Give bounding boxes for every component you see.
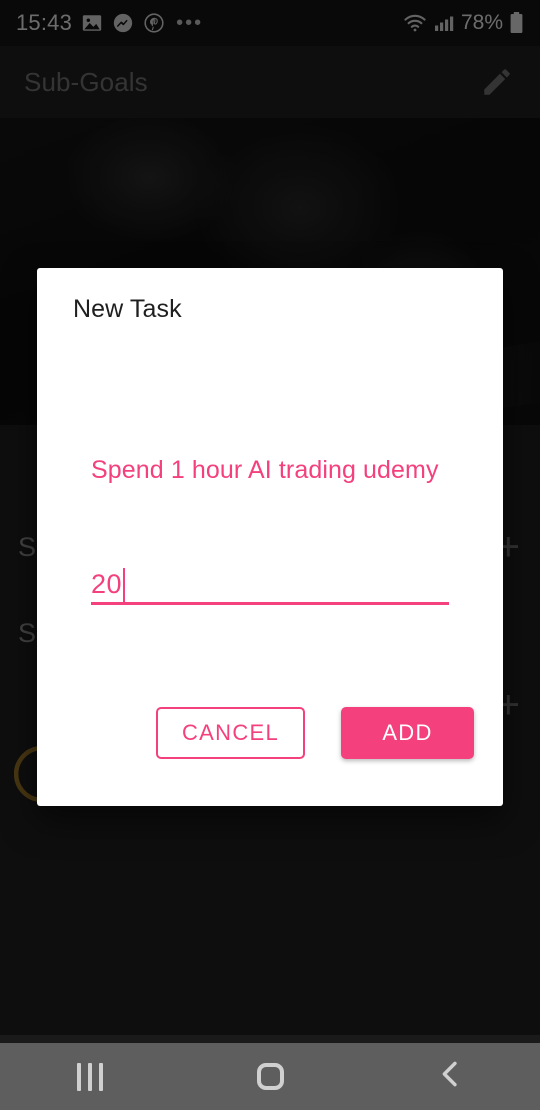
nav-bar-top-strip [0,1035,540,1043]
cancel-button[interactable]: CANCEL [156,707,305,759]
phone-screen: 15:43 ••• [0,0,540,1110]
field-underline [91,602,449,605]
back-button[interactable] [360,1043,540,1110]
new-task-dialog: New Task Spend 1 hour AI trading udemy 2… [37,268,503,806]
task-value-field[interactable]: 20 [91,563,449,605]
home-icon [256,1063,284,1090]
dialog-actions: CANCEL ADD [37,707,503,759]
task-value-text: 20 [91,569,123,599]
text-cursor [123,568,126,602]
task-value-row[interactable]: 20 [91,563,449,602]
system-nav-bar [0,1043,540,1110]
recents-icon [77,1062,103,1091]
recents-button[interactable] [0,1043,180,1110]
task-name-label: Spend 1 hour AI trading udemy [91,456,439,484]
home-button[interactable] [180,1043,360,1110]
dialog-title: New Task [73,295,182,323]
back-icon [433,1057,467,1096]
add-button[interactable]: ADD [341,707,474,759]
